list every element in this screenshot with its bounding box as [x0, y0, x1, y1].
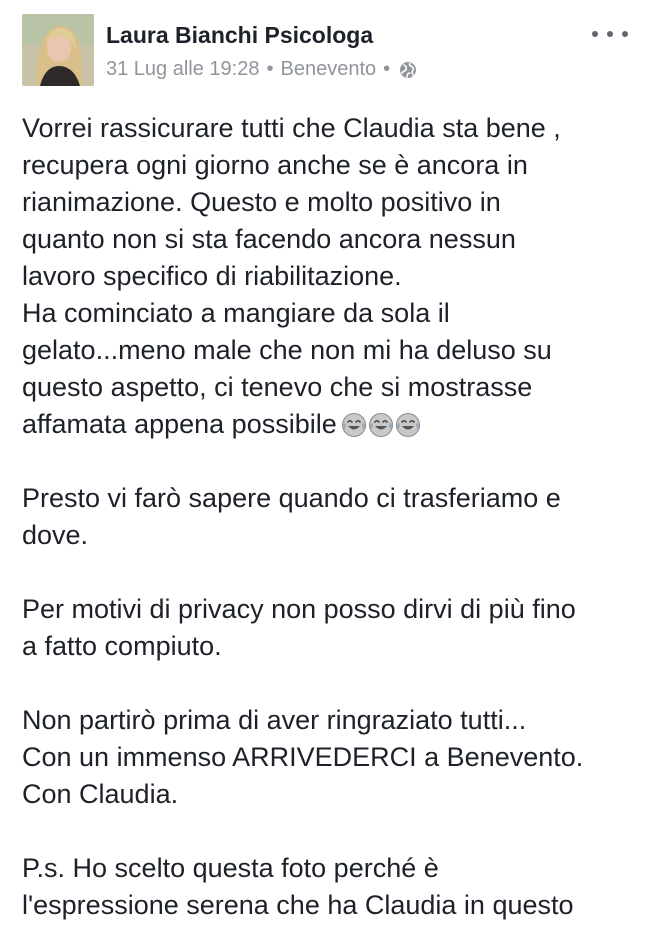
- author-name[interactable]: Laura Bianchi Psicologa: [106, 22, 373, 49]
- face-with-tears-of-joy-icon: [341, 413, 366, 437]
- post-text-line: Presto vi farò sapere quando ci trasferi…: [22, 483, 561, 513]
- post-location[interactable]: Benevento: [280, 58, 376, 81]
- post-paragraph: Vorrei rassicurare tutti che Claudia sta…: [22, 110, 622, 443]
- post-timestamp[interactable]: 31 Lug alle 19:28: [106, 58, 259, 81]
- post-text-line: questo aspetto, ci tenevo che si mostras…: [22, 372, 533, 402]
- more-options-icon: [592, 31, 598, 37]
- post-paragraph: Non partirò prima di aver ringraziato tu…: [22, 702, 622, 813]
- more-options-icon: [622, 31, 628, 37]
- globe-icon[interactable]: [399, 61, 417, 79]
- post-text-line: l'espressione serena che ha Claudia in q…: [22, 890, 574, 920]
- more-options-button[interactable]: [592, 22, 628, 46]
- post-header: Laura Bianchi Psicologa 31 Lug alle 19:2…: [0, 0, 650, 100]
- post-text-line: Con Claudia.: [22, 779, 179, 809]
- post-meta: 31 Lug alle 19:28 • Benevento •: [106, 58, 417, 81]
- post-text-line: Ha cominciato a mangiare da sola il: [22, 298, 450, 328]
- meta-separator: •: [383, 58, 391, 80]
- post-paragraph: P.s. Ho scelto questa foto perché è l'es…: [22, 850, 622, 924]
- post-text-line: gelato...meno male che non mi ha deluso …: [22, 335, 552, 365]
- more-options-icon: [607, 31, 613, 37]
- post-text-line: Per motivi di privacy non posso dirvi di…: [22, 594, 576, 624]
- face-with-tears-of-joy-icon: [395, 413, 420, 437]
- post-text-line: dove.: [22, 520, 89, 550]
- post-text-line: P.s. Ho scelto questa foto perché è: [22, 853, 439, 883]
- post-text-fragment: affamata appena possibile: [22, 409, 337, 439]
- post-text-line: lavoro specifico di riabilitazione.: [22, 261, 402, 291]
- post-text-line: quanto non si sta facendo ancora nessun: [22, 224, 516, 254]
- meta-separator: •: [266, 58, 274, 80]
- post-text-line: rianimazione. Questo e molto positivo in: [22, 187, 501, 217]
- post-text-line: Con un immenso ARRIVEDERCI a Benevento.: [22, 742, 584, 772]
- post-text-line-with-emoji: affamata appena possibile: [22, 406, 622, 443]
- emoji-group: [341, 412, 422, 438]
- post-text-line: a fatto compiuto.: [22, 631, 222, 661]
- avatar-photo: [22, 14, 94, 86]
- author-avatar[interactable]: [22, 14, 94, 86]
- post-text-line: recupera ogni giorno anche se è ancora i…: [22, 150, 528, 180]
- post-text-line: Non partirò prima di aver ringraziato tu…: [22, 705, 527, 735]
- post-text-line: Vorrei rassicurare tutti che Claudia sta…: [22, 113, 561, 143]
- post-body: Vorrei rassicurare tutti che Claudia sta…: [22, 110, 622, 924]
- face-with-tears-of-joy-icon: [368, 413, 393, 437]
- post-paragraph: Per motivi di privacy non posso dirvi di…: [22, 591, 622, 665]
- post-paragraph: Presto vi farò sapere quando ci trasferi…: [22, 480, 622, 554]
